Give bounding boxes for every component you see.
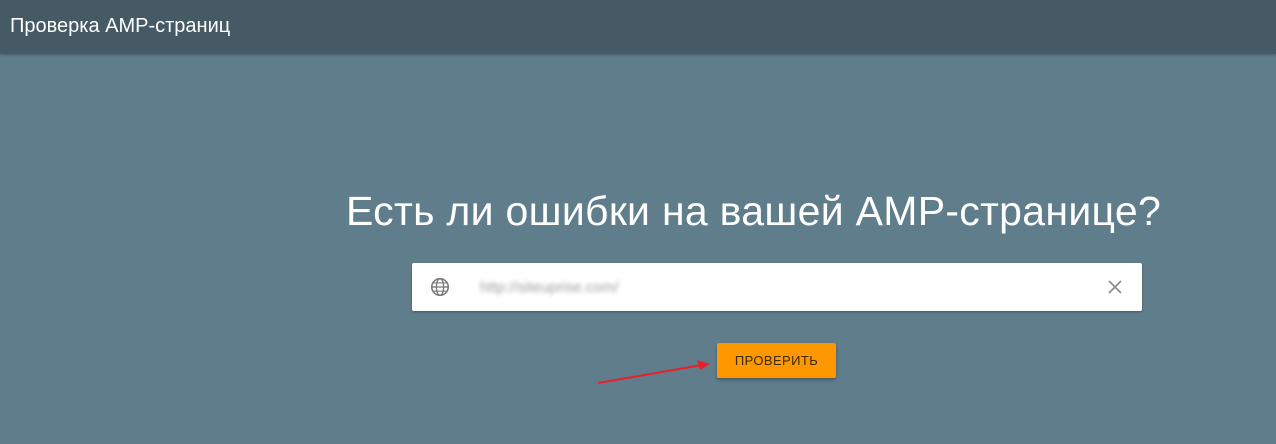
url-input[interactable] <box>480 274 1080 300</box>
top-app-bar: Проверка AMP-страниц <box>0 0 1276 54</box>
close-icon[interactable] <box>1105 277 1125 297</box>
url-input-container[interactable] <box>412 263 1142 311</box>
check-button[interactable]: ПРОВЕРИТЬ <box>717 343 836 378</box>
app-title: Проверка AMP-страниц <box>10 15 231 37</box>
globe-icon <box>431 278 449 296</box>
page-headline: Есть ли ошибки на вашей AMP-странице? <box>346 188 1162 234</box>
annotation-arrow <box>597 360 710 384</box>
